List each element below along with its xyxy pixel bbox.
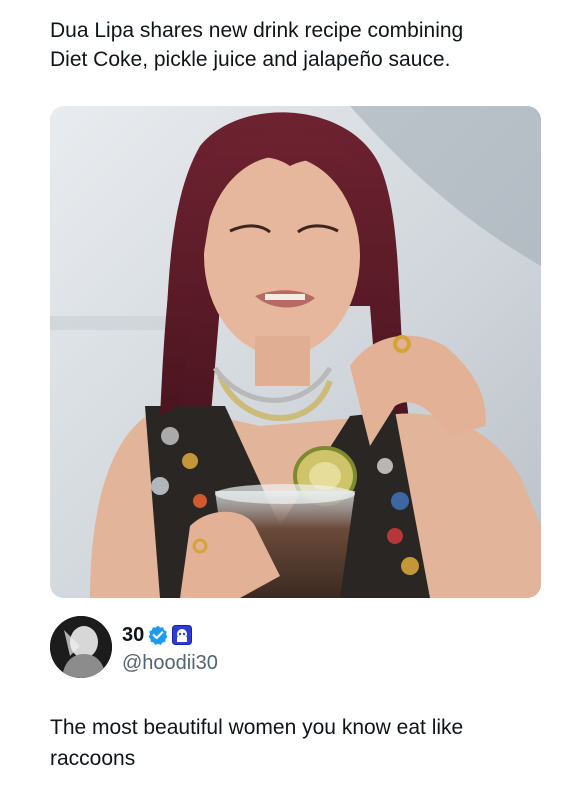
tweet-text: The most beautiful women you know eat li… bbox=[50, 716, 464, 770]
avatar-image-icon bbox=[50, 616, 112, 678]
post-headline: Dua Lipa shares new drink recipe combini… bbox=[50, 19, 464, 71]
name-row: 30 bbox=[122, 622, 193, 648]
verified-badge-icon[interactable] bbox=[148, 625, 168, 645]
user-handle[interactable]: @hoodii30 bbox=[122, 652, 218, 675]
affiliate-badge-icon[interactable] bbox=[172, 625, 193, 645]
post-photo[interactable] bbox=[50, 106, 541, 598]
photo-illustration bbox=[50, 106, 541, 598]
display-name[interactable]: 30 bbox=[122, 624, 144, 647]
tweet-author: 30 @hoodii30 bbox=[50, 616, 541, 680]
avatar[interactable] bbox=[50, 616, 112, 678]
